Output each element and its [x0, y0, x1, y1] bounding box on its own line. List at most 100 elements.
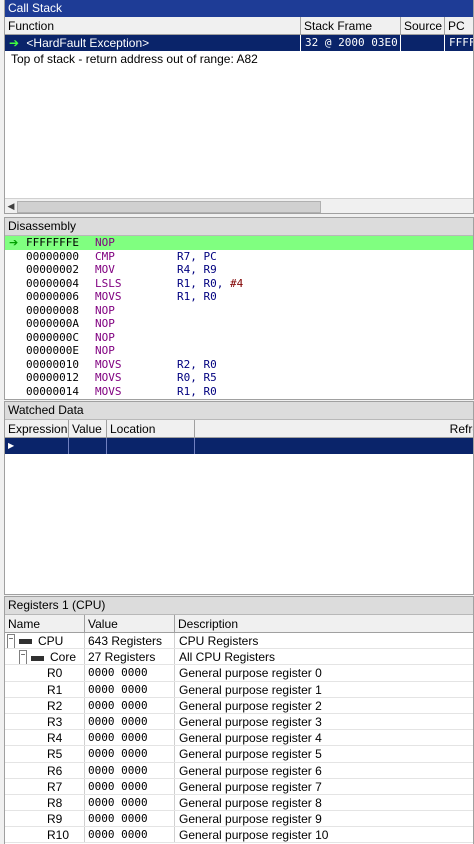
column-header-pc[interactable]: PC	[445, 17, 473, 35]
register-row[interactable]: R2 0000 0000 General purpose register 2	[5, 697, 473, 714]
instruction-address: 0000000A	[26, 317, 79, 330]
register-name: R8	[5, 794, 85, 811]
register-name: R9	[5, 811, 85, 827]
column-header-name[interactable]: Name	[5, 615, 85, 633]
instruction-address: FFFFFFFE	[26, 236, 79, 249]
instruction-row[interactable]: 00000014 MOVS R1, R0	[5, 385, 473, 399]
instruction-row[interactable]: 00000002 MOV R4, R9	[5, 263, 473, 277]
register-description: General purpose register 8	[179, 795, 322, 810]
instruction-address: 00000010	[26, 357, 79, 371]
register-value[interactable]: 0000 0000	[85, 713, 175, 730]
call-stack-header: Function Stack Frame Source PC	[5, 17, 473, 35]
instruction-row[interactable]: 00000004 LSLS R1, R0, #4	[5, 277, 473, 291]
column-header-stack-frame[interactable]: Stack Frame	[301, 17, 401, 35]
row-pointer-icon: ▶	[5, 438, 69, 454]
column-header-refresh[interactable]: Refre	[195, 420, 473, 438]
disassembly-panel: Disassembly ➔ FFFFFFFE NOP 00000000 CMP R7, P…	[4, 217, 474, 400]
register-name: R10	[5, 827, 85, 843]
register-group-core[interactable]: − Core 27 Registers All CPU Registers	[5, 649, 473, 666]
instruction-row[interactable]: 0000000A NOP	[5, 317, 473, 331]
register-name: R7	[5, 778, 85, 794]
registers-panel: Registers 1 (CPU) Name Value Description…	[4, 596, 474, 844]
disassembly-title: Disassembly	[5, 218, 473, 236]
register-value[interactable]: 0000 0000	[85, 762, 175, 778]
register-name: R3	[5, 713, 85, 730]
register-value[interactable]: 0000 0000	[85, 778, 175, 794]
instruction-mnemonic: LSLS	[95, 276, 122, 290]
register-value[interactable]: 0000 0000	[85, 697, 175, 713]
register-row[interactable]: R4 0000 0000 General purpose register 4	[5, 730, 473, 747]
column-header-function[interactable]: Function	[5, 17, 301, 35]
column-header-value[interactable]: Value	[85, 615, 175, 633]
collapse-icon[interactable]: −	[19, 650, 27, 665]
register-row[interactable]: R7 0000 0000 General purpose register 7	[5, 778, 473, 795]
register-description: General purpose register 4	[179, 731, 322, 746]
instruction-address: 00000004	[26, 276, 79, 290]
register-value[interactable]: 0000 0000	[85, 681, 175, 697]
instruction-row[interactable]: 00000006 MOVS R1, R0	[5, 290, 473, 304]
register-group-name-cell: − Core	[5, 649, 85, 665]
instruction-row[interactable]: 0000000C NOP	[5, 331, 473, 345]
register-description: General purpose register 2	[179, 698, 322, 713]
column-header-value[interactable]: Value	[69, 420, 107, 438]
register-value[interactable]: 0000 0000	[85, 827, 175, 843]
call-stack-selected-row[interactable]: ➔ <HardFault Exception> 32 @ 2000 03E0 F…	[5, 35, 473, 51]
disassembly-listing[interactable]: ➔ FFFFFFFE NOP 00000000 CMP R7, PC 00000002 MOV…	[5, 236, 473, 398]
register-row[interactable]: R10 0000 0000 General purpose register 10	[5, 827, 473, 844]
instruction-mnemonic: MOVS	[95, 290, 122, 303]
register-group-cpu[interactable]: − CPU 643 Registers CPU Registers	[5, 633, 473, 650]
instruction-mnemonic: NOP	[95, 344, 115, 357]
horizontal-scrollbar[interactable]: ◀	[5, 198, 473, 213]
register-value[interactable]: 0000 0000	[85, 746, 175, 762]
instruction-mnemonic: MOVS	[95, 371, 122, 384]
instruction-row[interactable]: 00000000 CMP R7, PC	[5, 250, 473, 264]
register-description: General purpose register 9	[179, 812, 322, 827]
instruction-row[interactable]: 00000012 MOVS R0, R5	[5, 371, 473, 385]
instruction-mnemonic: MOV	[95, 263, 115, 276]
watched-data-panel: Watched Data Expression Value Location R…	[4, 401, 474, 595]
column-header-source[interactable]: Source	[401, 17, 445, 35]
register-group-name: CPU	[38, 634, 64, 648]
register-description: General purpose register 3	[179, 714, 322, 729]
register-list: R0 0000 0000 General purpose register 0 R1 0…	[5, 665, 473, 844]
collapse-icon[interactable]: −	[7, 634, 15, 649]
instruction-operands: R0, R5	[177, 371, 217, 384]
operand-registers: R1, R0,	[177, 276, 230, 290]
scrollbar-thumb[interactable]	[17, 201, 321, 213]
pc-arrow-icon: ➔	[9, 236, 19, 249]
register-name: R6	[5, 762, 85, 778]
column-header-expression[interactable]: Expression	[5, 420, 69, 438]
watched-data-title: Watched Data	[5, 402, 473, 420]
column-header-location[interactable]: Location	[107, 420, 195, 438]
scroll-left-icon[interactable]: ◀	[5, 199, 17, 213]
register-row[interactable]: R9 0000 0000 General purpose register 9	[5, 811, 473, 828]
register-row[interactable]: R6 0000 0000 General purpose register 6	[5, 762, 473, 779]
instruction-address: 00000008	[26, 303, 79, 317]
instruction-row[interactable]: 0000000E NOP	[5, 344, 473, 358]
register-row[interactable]: R8 0000 0000 General purpose register 8	[5, 794, 473, 812]
instruction-row[interactable]: 00000010 MOVS R2, R0	[5, 358, 473, 372]
instruction-operands: R2, R0	[177, 357, 217, 371]
register-value[interactable]: 0000 0000	[85, 811, 175, 827]
current-instruction-row[interactable]: ➔ FFFFFFFE NOP	[5, 236, 473, 250]
register-row[interactable]: R5 0000 0000 General purpose register 5	[5, 746, 473, 763]
register-description: General purpose register 6	[179, 763, 322, 778]
register-row[interactable]: R1 0000 0000 General purpose register 1	[5, 681, 473, 698]
instruction-mnemonic: NOP	[95, 303, 115, 317]
call-stack-panel: Call Stack Function Stack Frame Source P…	[4, 0, 474, 214]
register-row[interactable]: R0 0000 0000 General purpose register 0	[5, 665, 473, 682]
register-value[interactable]: 0000 0000	[85, 665, 175, 681]
column-header-description[interactable]: Description	[175, 615, 473, 633]
watched-data-new-row[interactable]: ▶	[5, 438, 473, 454]
register-description: General purpose register 10	[179, 828, 329, 843]
instruction-row[interactable]: 00000008 NOP	[5, 304, 473, 318]
register-row[interactable]: R3 0000 0000 General purpose register 3	[5, 713, 473, 731]
instruction-mnemonic: MOVS	[95, 357, 122, 371]
register-value[interactable]: 0000 0000	[85, 794, 175, 811]
instruction-mnemonic: MOVS	[95, 384, 122, 398]
watched-data-header: Expression Value Location Refre	[5, 420, 473, 438]
instruction-mnemonic: CMP	[95, 249, 115, 263]
register-description: General purpose register 5	[179, 747, 322, 762]
registers-title: Registers 1 (CPU)	[5, 597, 473, 615]
register-value[interactable]: 0000 0000	[85, 730, 175, 746]
